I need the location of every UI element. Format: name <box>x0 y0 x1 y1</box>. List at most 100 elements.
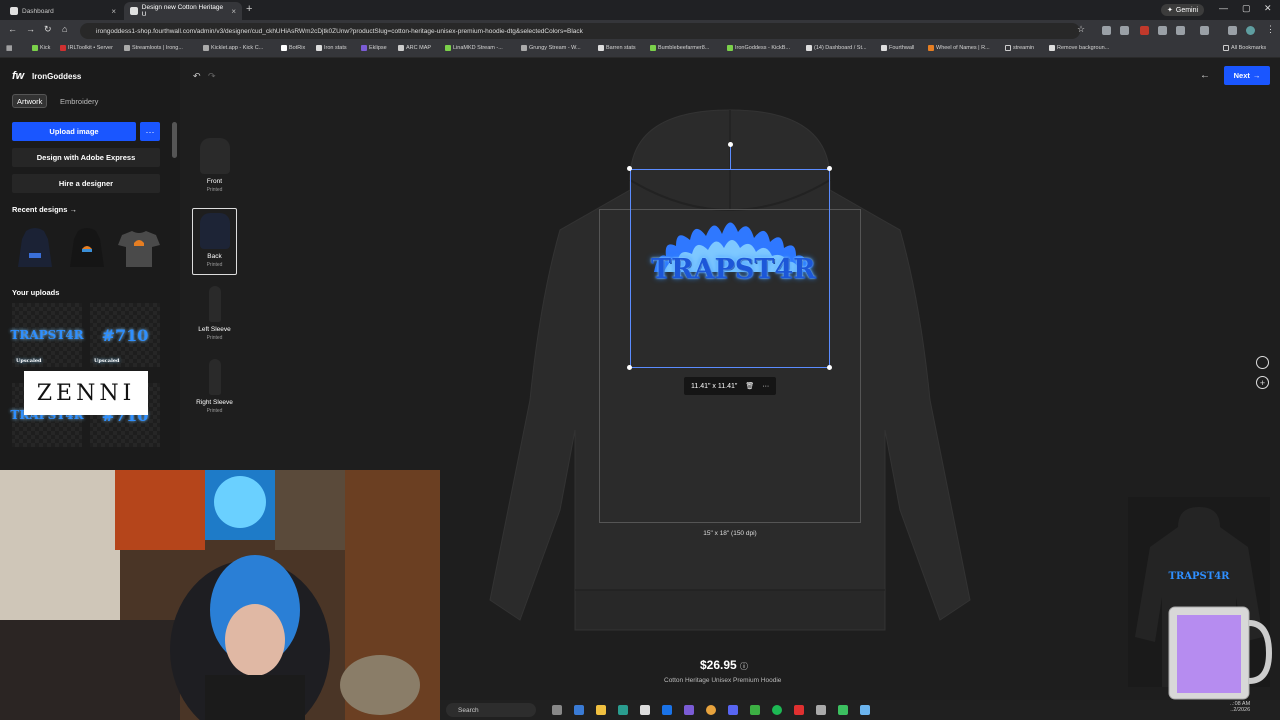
spotify-icon[interactable] <box>772 705 782 715</box>
home-icon[interactable]: ⌂ <box>62 24 67 34</box>
app-icon[interactable] <box>684 705 694 715</box>
circle-tool-icon[interactable] <box>1256 356 1269 369</box>
bookmark-icon <box>881 45 887 51</box>
search-label: Search <box>458 706 479 714</box>
resize-handle[interactable] <box>627 365 632 370</box>
url-field[interactable]: irongoddess1-shop.fourthwall.com/admin/v… <box>80 23 1080 39</box>
resize-handle[interactable] <box>627 166 632 171</box>
tab-embroidery[interactable]: Embroidery <box>56 94 102 108</box>
extension-icon[interactable] <box>1140 26 1149 35</box>
info-icon[interactable]: ⓘ <box>740 662 748 671</box>
close-window-icon[interactable]: ✕ <box>1264 3 1272 14</box>
view-left-sleeve[interactable]: Left Sleeve Printed <box>192 286 237 341</box>
panel-scrollbar[interactable] <box>172 122 177 158</box>
taskbar-search[interactable]: Search <box>446 703 536 717</box>
bookmark-star-icon[interactable]: ☆ <box>1077 24 1085 35</box>
app-icon[interactable] <box>640 705 650 715</box>
steam-icon[interactable] <box>860 705 870 715</box>
bookmark-item[interactable]: Iron stats <box>316 45 347 51</box>
recent-design-thumb[interactable] <box>116 225 162 271</box>
maximize-icon[interactable]: ▢ <box>1242 3 1251 14</box>
bookmark-item[interactable]: Remove backgroun... <box>1049 45 1109 51</box>
webcam-feed <box>0 470 440 720</box>
close-tab-icon[interactable]: × <box>231 7 236 16</box>
more-options-icon[interactable]: ··· <box>762 383 769 390</box>
forward-icon[interactable]: → <box>26 24 35 34</box>
edge-icon[interactable] <box>618 705 628 715</box>
bookmark-item[interactable]: Fourthwall <box>881 45 914 51</box>
back-icon[interactable]: ← <box>8 24 17 34</box>
bookmark-item[interactable]: Streamloots | Irong... <box>124 45 183 51</box>
bookmark-item[interactable]: BotRix <box>281 45 305 51</box>
bookmark-item[interactable]: LinaMKD Stream -... <box>445 45 503 51</box>
reload-icon[interactable]: ↻ <box>44 24 52 35</box>
outlook-icon[interactable] <box>662 705 672 715</box>
bookmark-item[interactable]: Grungy Stream - W... <box>521 45 581 51</box>
download-icon[interactable] <box>1228 26 1237 35</box>
bookmark-label: Kick <box>40 45 51 51</box>
recent-designs-link[interactable]: Recent designs → <box>12 205 77 214</box>
view-right-sleeve[interactable]: Right Sleeve Printed <box>192 359 237 414</box>
upload-thumb-trapst4r[interactable]: TRAPST4R Upscaled <box>10 303 84 367</box>
bookmark-folder[interactable]: streamin <box>1005 45 1034 51</box>
recent-design-thumb[interactable] <box>64 225 110 271</box>
bookmark-icon <box>521 45 527 51</box>
bookmark-label: streamin <box>1013 45 1035 51</box>
resize-handle[interactable] <box>827 166 832 171</box>
bookmark-item[interactable]: Barren stats <box>598 45 636 51</box>
bookmark-item[interactable]: Eklipse <box>361 45 387 51</box>
apps-grid-icon[interactable]: ▦ <box>6 44 13 52</box>
app-icon[interactable] <box>838 705 848 715</box>
file-explorer-icon[interactable] <box>596 705 606 715</box>
chrome-icon[interactable] <box>706 705 716 715</box>
view-front[interactable]: Front Printed <box>192 138 237 193</box>
extensions-puzzle-icon[interactable] <box>1176 26 1185 35</box>
tab-dashboard[interactable]: Dashboard × <box>4 2 122 20</box>
bookmark-item[interactable]: Kick <box>32 45 50 51</box>
add-icon[interactable]: + <box>1256 376 1269 389</box>
upload-more-options-icon[interactable]: ··· <box>140 122 160 141</box>
tab-designer[interactable]: Design new Cotton Heritage U × <box>124 2 242 20</box>
sidebar-toggle-icon[interactable] <box>1200 26 1209 35</box>
recent-design-thumb[interactable] <box>12 225 58 271</box>
bookmark-item[interactable]: ARC MAP <box>398 45 431 51</box>
bookmark-item[interactable]: Kicklet.app - Kick C... <box>203 45 263 51</box>
bookmark-item[interactable]: IRLToolkit • Server <box>60 45 113 51</box>
bookmark-item[interactable]: Wheel of Names | R... <box>928 45 990 51</box>
extension-icon[interactable] <box>1102 26 1111 35</box>
extension-icon[interactable] <box>1120 26 1129 35</box>
menu-kebab-icon[interactable]: ⋮ <box>1266 24 1275 35</box>
bookmark-item[interactable]: Bumblebeefarmer8... <box>650 45 709 51</box>
adobe-express-button[interactable]: Design with Adobe Express <box>12 148 160 167</box>
redo-icon[interactable]: ↷ <box>208 71 216 82</box>
next-button[interactable]: Next → <box>1224 66 1270 85</box>
bookmark-label: ARC MAP <box>406 45 432 51</box>
back-arrow-icon[interactable]: ← <box>1200 70 1210 81</box>
extension-icon[interactable] <box>1158 26 1167 35</box>
view-back[interactable]: Back Printed <box>192 208 237 275</box>
all-bookmarks[interactable]: All Bookmarks <box>1223 45 1266 51</box>
upload-image-button[interactable]: Upload image <box>12 122 136 141</box>
bookmark-item[interactable]: (14) Dashboard / St... <box>806 45 867 51</box>
rotate-handle[interactable] <box>728 142 733 147</box>
close-tab-icon[interactable]: × <box>111 7 116 16</box>
new-tab-icon[interactable]: + <box>246 3 252 15</box>
minimize-icon[interactable]: — <box>1219 3 1228 13</box>
tab-artwork[interactable]: Artwork <box>12 94 48 108</box>
bookmark-item[interactable]: IronGoddess - KickB... <box>727 45 790 51</box>
app-icon[interactable] <box>750 705 760 715</box>
profile-avatar[interactable] <box>1246 26 1255 35</box>
undo-icon[interactable]: ↶ <box>193 71 201 82</box>
task-view-icon[interactable] <box>552 705 562 715</box>
app-icon[interactable] <box>816 705 826 715</box>
trash-icon[interactable]: 🗑 <box>745 382 754 390</box>
selection-box[interactable] <box>630 169 830 368</box>
app-icon[interactable] <box>794 705 804 715</box>
hire-designer-button[interactable]: Hire a designer <box>12 174 160 193</box>
taskbar-clock[interactable]: ..:08 AM ..2/2026 <box>1230 701 1250 713</box>
resize-handle[interactable] <box>827 365 832 370</box>
app-icon[interactable] <box>574 705 584 715</box>
gemini-button[interactable]: ✦ Gemini <box>1161 4 1205 16</box>
discord-icon[interactable] <box>728 705 738 715</box>
upload-thumb-710[interactable]: #710 Upscaled <box>90 303 160 367</box>
